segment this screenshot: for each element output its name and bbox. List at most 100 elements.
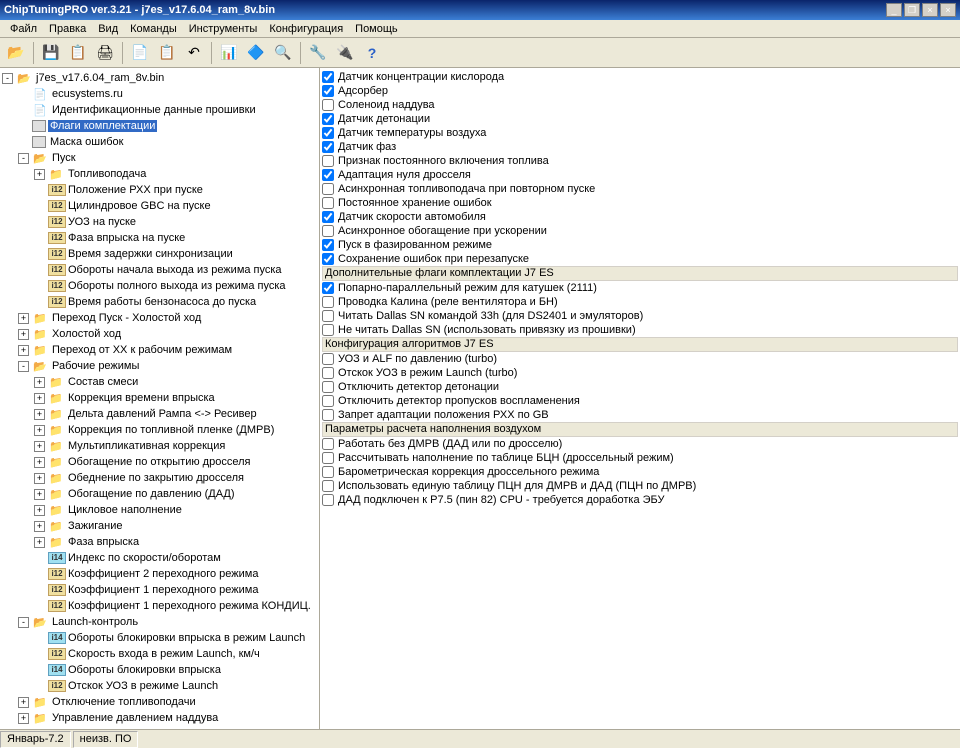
tree-item[interactable]: -📂Пуск xyxy=(2,150,317,166)
checklist-item[interactable]: Отключить детектор пропусков воспламенен… xyxy=(322,394,958,408)
grid-icon[interactable]: 🔷 xyxy=(244,41,268,65)
menu-Файл[interactable]: Файл xyxy=(4,21,43,37)
tree-item[interactable]: +📁Управление давлением наддува xyxy=(2,710,317,726)
tree-item[interactable]: i12УОЗ на пуске xyxy=(2,214,317,230)
checkbox[interactable] xyxy=(322,466,334,478)
menu-Правка[interactable]: Правка xyxy=(43,21,92,37)
tree-item[interactable]: +📁Контроль детонации xyxy=(2,726,317,729)
checklist-item[interactable]: Асинхронная топливоподача при повторном … xyxy=(322,182,958,196)
checkbox[interactable] xyxy=(322,183,334,195)
tree-item[interactable]: -📂Рабочие режимы xyxy=(2,358,317,374)
expander-icon[interactable]: + xyxy=(34,457,45,468)
checklist-item[interactable]: Использовать единую таблицу ПЦН для ДМРВ… xyxy=(322,479,958,493)
menu-Инструменты[interactable]: Инструменты xyxy=(183,21,264,37)
checkbox[interactable] xyxy=(322,141,334,153)
expander-icon[interactable]: + xyxy=(34,409,45,420)
tools-icon[interactable]: 🔧 xyxy=(306,41,330,65)
menu-Помощь[interactable]: Помощь xyxy=(349,21,404,37)
tree-item[interactable]: +📁Зажигание xyxy=(2,518,317,534)
tree-item[interactable]: i12Отскок УОЗ в режиме Launch xyxy=(2,678,317,694)
tree-item[interactable]: i12Время задержки синхронизации xyxy=(2,246,317,262)
expander-icon[interactable]: - xyxy=(18,617,29,628)
save-as-icon[interactable]: 📋 xyxy=(66,41,90,65)
minimize-button[interactable]: _ xyxy=(886,3,902,17)
save-icon[interactable]: 💾 xyxy=(39,41,63,65)
checkbox[interactable] xyxy=(322,85,334,97)
checklist-item[interactable]: УОЗ и ALF по давлению (turbo) xyxy=(322,352,958,366)
checklist-item[interactable]: Запрет адаптации положения РХХ по GB xyxy=(322,408,958,422)
tree-item[interactable]: i12Цилиндровое GBC на пуске xyxy=(2,198,317,214)
expander-icon[interactable]: + xyxy=(34,473,45,484)
tree-item[interactable]: i12Обороты полного выхода из режима пуск… xyxy=(2,278,317,294)
expander-icon[interactable]: + xyxy=(34,505,45,516)
tree-item[interactable]: 📄Идентификационные данные прошивки xyxy=(2,102,317,118)
undo-icon[interactable]: ↶ xyxy=(182,41,206,65)
tree-item[interactable]: i12Обороты начала выхода из режима пуска xyxy=(2,262,317,278)
tree-item[interactable]: i12Коэффициент 1 переходного режима xyxy=(2,582,317,598)
checkbox[interactable] xyxy=(322,197,334,209)
checklist-item[interactable]: Датчик фаз xyxy=(322,140,958,154)
checklist-item[interactable]: Отключить детектор детонации xyxy=(322,380,958,394)
checkbox[interactable] xyxy=(322,310,334,322)
tree-item[interactable]: -📂Launch-контроль xyxy=(2,614,317,630)
checkbox[interactable] xyxy=(322,211,334,223)
expander-icon[interactable]: + xyxy=(18,713,29,724)
checkbox[interactable] xyxy=(322,438,334,450)
tree-item[interactable]: +📁Цикловое наполнение xyxy=(2,502,317,518)
checkbox[interactable] xyxy=(322,381,334,393)
expander-icon[interactable]: + xyxy=(34,537,45,548)
tree-item[interactable]: +📁Дельта давлений Рампа <-> Ресивер xyxy=(2,406,317,422)
checkbox[interactable] xyxy=(322,71,334,83)
expander-icon[interactable]: + xyxy=(34,393,45,404)
menu-Вид[interactable]: Вид xyxy=(92,21,124,37)
checklist-item[interactable]: Не читать Dallas SN (использовать привяз… xyxy=(322,323,958,337)
checklist-item[interactable]: Датчик детонации xyxy=(322,112,958,126)
tree-item[interactable]: i12Время работы бензонасоса до пуска xyxy=(2,294,317,310)
checkbox[interactable] xyxy=(322,296,334,308)
tree-item[interactable]: -📂j7es_v17.6.04_ram_8v.bin xyxy=(2,70,317,86)
checklist-panel[interactable]: Датчик концентрации кислородаАдсорберСол… xyxy=(320,68,960,729)
tree-item[interactable]: +📁Коррекция времени впрыска xyxy=(2,390,317,406)
expander-icon[interactable]: - xyxy=(2,73,13,84)
chart-icon[interactable]: 📊 xyxy=(217,41,241,65)
checklist-item[interactable]: Адсорбер xyxy=(322,84,958,98)
tree-item[interactable]: +📁Фаза впрыска xyxy=(2,534,317,550)
checklist-item[interactable]: Датчик температуры воздуха xyxy=(322,126,958,140)
tree-item[interactable]: +📁Обогащение по давлению (ДАД) xyxy=(2,486,317,502)
copy-icon[interactable]: 📄 xyxy=(128,41,152,65)
tree-item[interactable]: i12Скорость входа в режим Launch, км/ч xyxy=(2,646,317,662)
close-button[interactable]: × xyxy=(940,3,956,17)
checklist-item[interactable]: Работать без ДМРВ (ДАД или по дросселю) xyxy=(322,437,958,451)
tree-item[interactable]: +📁Обогащение по открытию дросселя xyxy=(2,454,317,470)
checkbox[interactable] xyxy=(322,395,334,407)
checklist-item[interactable]: Отскок УОЗ в режим Launch (turbo) xyxy=(322,366,958,380)
expander-icon[interactable]: + xyxy=(18,697,29,708)
connect-icon[interactable]: 🔌 xyxy=(333,41,357,65)
checkbox[interactable] xyxy=(322,225,334,237)
expander-icon[interactable]: + xyxy=(18,313,29,324)
checklist-item[interactable]: Барометрическая коррекция дроссельного р… xyxy=(322,465,958,479)
checklist-item[interactable]: Пуск в фазированном режиме xyxy=(322,238,958,252)
checklist-item[interactable]: Признак постоянного включения топлива xyxy=(322,154,958,168)
checklist-item[interactable]: Датчик концентрации кислорода xyxy=(322,70,958,84)
tree-item[interactable]: Флаги комплектации xyxy=(2,118,317,134)
tree-item[interactable]: +📁Переход от ХХ к рабочим режимам xyxy=(2,342,317,358)
checkbox[interactable] xyxy=(322,409,334,421)
expander-icon[interactable]: + xyxy=(18,729,29,730)
close-inner-button[interactable]: × xyxy=(922,3,938,17)
checklist-item[interactable]: Читать Dallas SN командой 33h (для DS240… xyxy=(322,309,958,323)
checkbox[interactable] xyxy=(322,253,334,265)
checkbox[interactable] xyxy=(322,113,334,125)
expander-icon[interactable]: - xyxy=(18,153,29,164)
expander-icon[interactable]: + xyxy=(34,441,45,452)
checkbox[interactable] xyxy=(322,480,334,492)
checklist-item[interactable]: Соленоид наддува xyxy=(322,98,958,112)
menu-Команды[interactable]: Команды xyxy=(124,21,183,37)
checkbox[interactable] xyxy=(322,127,334,139)
checklist-item[interactable]: Датчик скорости автомобиля xyxy=(322,210,958,224)
tree-item[interactable]: i14Обороты блокировки впрыска в режим La… xyxy=(2,630,317,646)
tree-item[interactable]: i14Обороты блокировки впрыска xyxy=(2,662,317,678)
checkbox[interactable] xyxy=(322,452,334,464)
tree-item[interactable]: i12Коэффициент 2 переходного режима xyxy=(2,566,317,582)
tree-item[interactable]: Маска ошибок xyxy=(2,134,317,150)
